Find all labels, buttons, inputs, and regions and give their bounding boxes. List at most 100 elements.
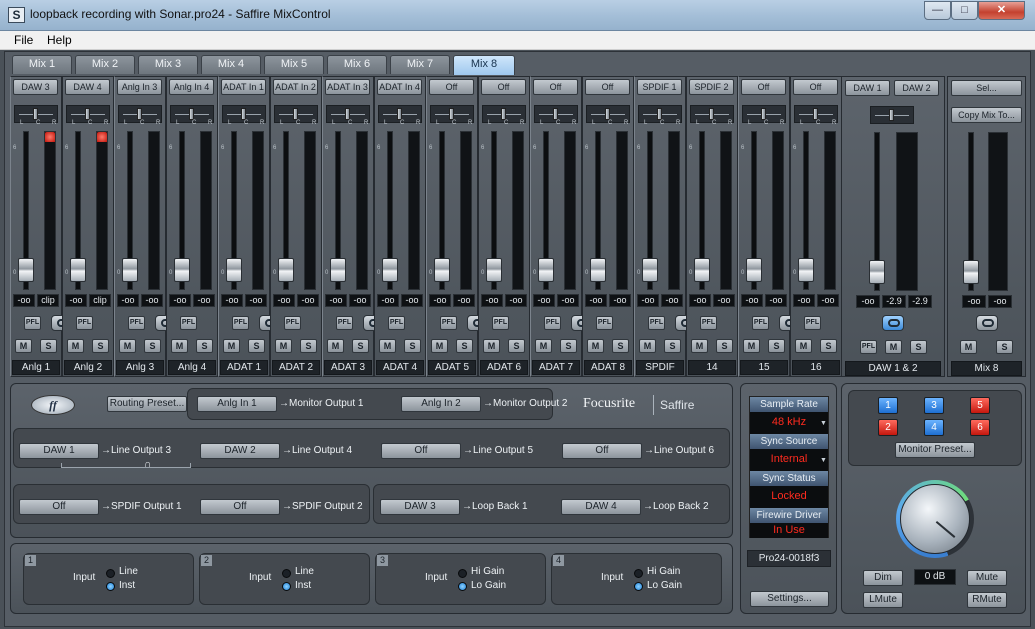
pfl-button[interactable]: PFL (492, 316, 509, 330)
mute-button[interactable]: M (743, 339, 760, 353)
solo-button[interactable]: S (352, 339, 369, 353)
master-fader-cap[interactable] (963, 260, 979, 284)
pan-knob[interactable] (293, 108, 298, 120)
solo-button[interactable]: S (716, 339, 733, 353)
select-mix-button[interactable]: Sel... (951, 80, 1022, 96)
input-option-1-radio[interactable] (282, 569, 291, 578)
input-option-1-radio[interactable] (458, 569, 467, 578)
pan-knob[interactable] (709, 108, 714, 120)
route-source-button[interactable]: Off (381, 443, 461, 459)
rmute-button[interactable]: RMute (967, 592, 1007, 608)
channel-fader-cap[interactable] (434, 258, 450, 282)
tab-mix-8[interactable]: Mix 8 (453, 55, 515, 75)
solo-button[interactable]: S (456, 339, 473, 353)
monitor-output-6-button[interactable]: 6 (970, 419, 990, 436)
input-option-2-radio[interactable] (106, 582, 115, 591)
channel-source-button[interactable]: ADAT In 4 (377, 79, 422, 95)
channel-fader-cap[interactable] (382, 258, 398, 282)
monitor-output-1-button[interactable]: 1 (878, 397, 898, 414)
master-solo-button[interactable]: S (996, 340, 1013, 354)
daw-pan[interactable] (870, 106, 914, 124)
solo-button[interactable]: S (144, 339, 161, 353)
solo-button[interactable]: S (248, 339, 265, 353)
solo-button[interactable]: S (404, 339, 421, 353)
input-option-2-radio[interactable] (282, 582, 291, 591)
route-source-button[interactable]: DAW 2 (200, 443, 280, 459)
monitor-output-4-button[interactable]: 4 (924, 419, 944, 436)
channel-fader-cap[interactable] (694, 258, 710, 282)
route-source-button[interactable]: DAW 1 (19, 443, 99, 459)
monitor-output-3-button[interactable]: 3 (924, 397, 944, 414)
channel-fader-cap[interactable] (746, 258, 762, 282)
route-source-button[interactable]: DAW 4 (561, 499, 641, 515)
daw-mute-button[interactable]: M (885, 340, 902, 354)
monitor-preset-button[interactable]: Monitor Preset... (895, 442, 975, 458)
channel-source-button[interactable]: SPDIF 1 (637, 79, 682, 95)
pfl-button[interactable]: PFL (388, 316, 405, 330)
pfl-button[interactable]: PFL (440, 316, 457, 330)
daw-pfl-button[interactable]: PFL (860, 340, 877, 354)
routing-preset-button[interactable]: Routing Preset... (107, 396, 187, 412)
channel-source-button[interactable]: Off (429, 79, 474, 95)
route-source-button[interactable]: Off (562, 443, 642, 459)
channel-source-button[interactable]: Off (533, 79, 578, 95)
master-link-button[interactable] (976, 315, 998, 331)
close-button[interactable]: ✕ (978, 1, 1025, 20)
channel-fader-cap[interactable] (226, 258, 242, 282)
channel-source-button[interactable]: Anlg In 3 (117, 79, 162, 95)
pfl-button[interactable]: PFL (128, 316, 145, 330)
solo-button[interactable]: S (508, 339, 525, 353)
channel-source-button[interactable]: ADAT In 1 (221, 79, 266, 95)
daw-fader-cap[interactable] (869, 260, 885, 284)
mute-button[interactable]: M (327, 339, 344, 353)
solo-button[interactable]: S (40, 339, 57, 353)
copy-mix-button[interactable]: Copy Mix To... (951, 107, 1022, 123)
mute-button[interactable]: M (483, 339, 500, 353)
lmute-button[interactable]: LMute (863, 592, 903, 608)
pfl-button[interactable]: PFL (596, 316, 613, 330)
menu-help[interactable]: Help (47, 33, 72, 47)
solo-button[interactable]: S (820, 339, 837, 353)
daw-source-right[interactable]: DAW 2 (894, 80, 939, 96)
monitor-output-5-button[interactable]: 5 (970, 397, 990, 414)
route-source-button[interactable]: Off (200, 499, 280, 515)
mute-button[interactable]: M (691, 339, 708, 353)
daw-source-left[interactable]: DAW 1 (845, 80, 890, 96)
tab-mix-1[interactable]: Mix 1 (12, 55, 72, 74)
pan-knob[interactable] (813, 108, 818, 120)
sample-rate-value[interactable]: 48 kHz (750, 412, 828, 432)
pan-knob[interactable] (761, 108, 766, 120)
channel-source-button[interactable]: Anlg In 4 (169, 79, 214, 95)
channel-fader-cap[interactable] (122, 258, 138, 282)
channel-fader-cap[interactable] (642, 258, 658, 282)
mute-button[interactable]: M (379, 339, 396, 353)
pan-knob[interactable] (33, 108, 38, 120)
mute-button[interactable]: M (275, 339, 292, 353)
pan-knob[interactable] (137, 108, 142, 120)
monitor-output-2-button[interactable]: 2 (878, 419, 898, 436)
pan-knob[interactable] (605, 108, 610, 120)
channel-fader-cap[interactable] (590, 258, 606, 282)
solo-button[interactable]: S (196, 339, 213, 353)
pan-knob[interactable] (501, 108, 506, 120)
pfl-button[interactable]: PFL (284, 316, 301, 330)
route-source-button[interactable]: Off (19, 499, 99, 515)
pan-knob[interactable] (345, 108, 350, 120)
channel-source-button[interactable]: ADAT In 3 (325, 79, 370, 95)
input-option-1-radio[interactable] (106, 569, 115, 578)
pfl-button[interactable]: PFL (232, 316, 249, 330)
channel-source-button[interactable]: Off (741, 79, 786, 95)
route-source-button[interactable]: DAW 3 (380, 499, 460, 515)
solo-button[interactable]: S (92, 339, 109, 353)
channel-fader-cap[interactable] (18, 258, 34, 282)
channel-fader-cap[interactable] (486, 258, 502, 282)
mute-button[interactable]: M (795, 339, 812, 353)
pan-knob[interactable] (553, 108, 558, 120)
tab-mix-2[interactable]: Mix 2 (75, 55, 135, 74)
mute-button[interactable]: M (15, 339, 32, 353)
tab-mix-3[interactable]: Mix 3 (138, 55, 198, 74)
tab-mix-5[interactable]: Mix 5 (264, 55, 324, 74)
input-option-2-radio[interactable] (634, 582, 643, 591)
input-option-2-radio[interactable] (458, 582, 467, 591)
pfl-button[interactable]: PFL (804, 316, 821, 330)
